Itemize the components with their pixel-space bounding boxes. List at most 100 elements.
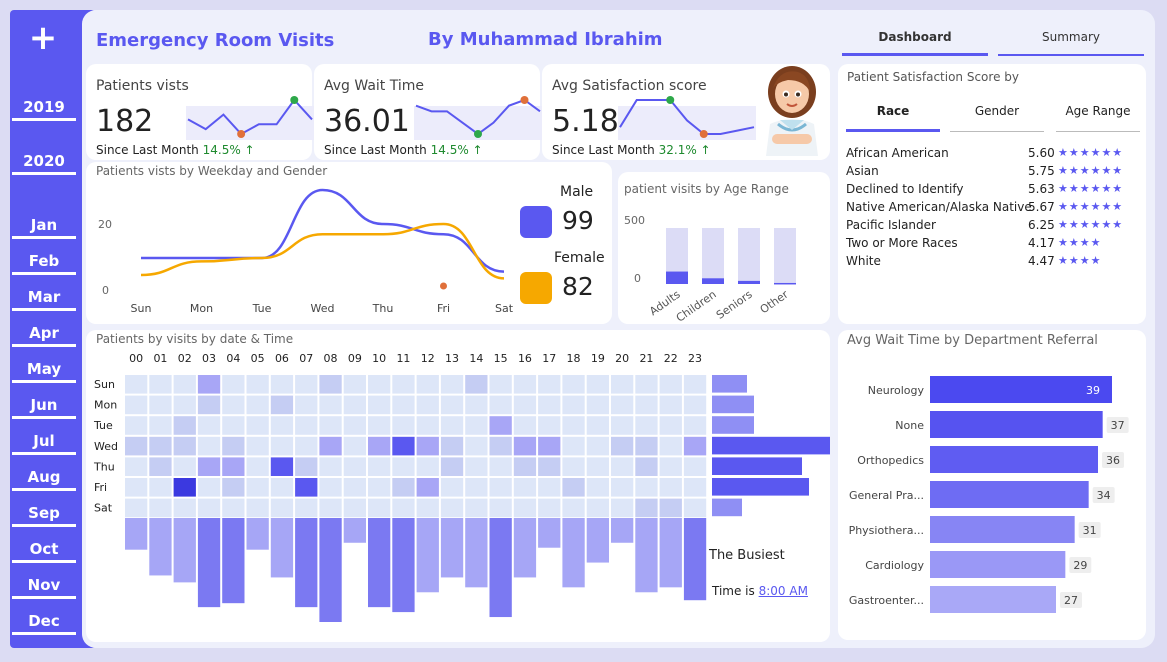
heatmap-cell[interactable] bbox=[295, 498, 318, 518]
heatmap-cell[interactable] bbox=[173, 457, 196, 476]
heatmap-cell[interactable] bbox=[270, 395, 294, 415]
heatmap-cell[interactable] bbox=[319, 498, 342, 518]
heatmap-cell[interactable] bbox=[173, 416, 196, 435]
heatmap-cell[interactable] bbox=[586, 498, 609, 518]
heatmap-cell[interactable] bbox=[562, 375, 585, 394]
row-total-bar[interactable] bbox=[712, 436, 830, 455]
col-total-bar[interactable] bbox=[125, 518, 148, 550]
heatmap-cell[interactable] bbox=[659, 416, 682, 435]
heatmap-cell[interactable] bbox=[222, 375, 245, 394]
bar-other[interactable] bbox=[774, 282, 796, 285]
month-feb-button[interactable]: Feb bbox=[12, 252, 76, 275]
heatmap-cell[interactable] bbox=[513, 395, 537, 415]
heatmap-cell[interactable] bbox=[149, 478, 172, 497]
heatmap-cell[interactable] bbox=[586, 457, 609, 476]
heatmap-cell[interactable] bbox=[465, 395, 488, 415]
heatmap-cell[interactable] bbox=[125, 375, 148, 394]
heatmap-cell[interactable] bbox=[368, 498, 391, 518]
heatmap-cell[interactable] bbox=[635, 457, 658, 476]
heatmap-cell[interactable] bbox=[246, 436, 269, 456]
heatmap-cell[interactable] bbox=[319, 375, 342, 394]
heatmap-cell[interactable] bbox=[416, 498, 439, 518]
heatmap-cell[interactable] bbox=[295, 375, 318, 394]
heatmap-cell[interactable] bbox=[562, 395, 585, 415]
col-total-bar[interactable] bbox=[683, 518, 707, 601]
heatmap-cell[interactable] bbox=[440, 395, 464, 415]
heatmap-cell[interactable] bbox=[489, 498, 512, 518]
col-total-bar[interactable] bbox=[368, 518, 391, 608]
col-total-bar[interactable] bbox=[538, 518, 561, 548]
heatmap-cell[interactable] bbox=[635, 436, 658, 456]
heatmap-cell[interactable] bbox=[222, 478, 245, 497]
heatmap-cell[interactable] bbox=[586, 478, 609, 497]
sat-tab-gender[interactable]: Gender bbox=[950, 104, 1044, 132]
heatmap-cell[interactable] bbox=[295, 436, 318, 456]
tab-summary[interactable]: Summary bbox=[998, 28, 1144, 56]
heatmap-cell[interactable] bbox=[149, 375, 172, 394]
heatmap-cell[interactable] bbox=[489, 416, 512, 435]
heatmap-cell[interactable] bbox=[222, 436, 245, 456]
col-total-bar[interactable] bbox=[440, 518, 464, 578]
wait-bar[interactable] bbox=[930, 516, 1075, 543]
heatmap-cell[interactable] bbox=[149, 498, 172, 518]
heatmap-cell[interactable] bbox=[538, 457, 561, 476]
heatmap-cell[interactable] bbox=[246, 457, 269, 476]
wait-bar[interactable] bbox=[930, 446, 1098, 473]
bar-adults[interactable] bbox=[666, 271, 688, 284]
heatmap-cell[interactable] bbox=[319, 436, 342, 456]
heatmap-cell[interactable] bbox=[125, 436, 148, 456]
col-total-bar[interactable] bbox=[295, 518, 318, 608]
sat-tab-age-range[interactable]: Age Range bbox=[1056, 104, 1140, 132]
heatmap-cell[interactable] bbox=[197, 498, 221, 518]
heatmap-cell[interactable] bbox=[319, 395, 342, 415]
heatmap-cell[interactable] bbox=[659, 457, 682, 476]
heatmap-cell[interactable] bbox=[149, 457, 172, 476]
heatmap-cell[interactable] bbox=[659, 375, 682, 394]
year-2019-button[interactable]: 2019 bbox=[12, 98, 76, 121]
heatmap-cell[interactable] bbox=[368, 375, 391, 394]
heatmap-cell[interactable] bbox=[125, 498, 148, 518]
heatmap-cell[interactable] bbox=[197, 416, 221, 435]
heatmap-cell[interactable] bbox=[270, 478, 294, 497]
heatmap-cell[interactable] bbox=[343, 375, 366, 394]
heatmap-cell[interactable] bbox=[246, 375, 269, 394]
row-total-bar[interactable] bbox=[712, 498, 742, 517]
heatmap-cell[interactable] bbox=[270, 375, 294, 394]
heatmap-cell[interactable] bbox=[246, 416, 269, 435]
heatmap-cell[interactable] bbox=[465, 457, 488, 476]
heatmap-cell[interactable] bbox=[586, 416, 609, 435]
heatmap-cell[interactable] bbox=[392, 416, 415, 435]
heatmap-cell[interactable] bbox=[562, 478, 585, 497]
heatmap-cell[interactable] bbox=[416, 416, 439, 435]
heatmap-cell[interactable] bbox=[440, 436, 464, 456]
heatmap-cell[interactable] bbox=[270, 457, 294, 476]
heatmap-cell[interactable] bbox=[440, 416, 464, 435]
col-total-bar[interactable] bbox=[149, 518, 172, 576]
row-total-bar[interactable] bbox=[712, 395, 754, 414]
col-total-bar[interactable] bbox=[173, 518, 196, 583]
col-total-bar[interactable] bbox=[465, 518, 488, 588]
heatmap-cell[interactable] bbox=[416, 436, 439, 456]
col-total-bar[interactable] bbox=[562, 518, 585, 588]
heatmap-cell[interactable] bbox=[440, 498, 464, 518]
heatmap-cell[interactable] bbox=[683, 457, 707, 476]
heatmap-cell[interactable] bbox=[392, 478, 415, 497]
heatmap-cell[interactable] bbox=[343, 436, 366, 456]
heatmap-cell[interactable] bbox=[222, 395, 245, 415]
wait-bar[interactable] bbox=[930, 551, 1066, 578]
heatmap-cell[interactable] bbox=[149, 416, 172, 435]
heatmap-cell[interactable] bbox=[197, 457, 221, 476]
heatmap-cell[interactable] bbox=[173, 498, 196, 518]
heatmap-cell[interactable] bbox=[538, 395, 561, 415]
heatmap-cell[interactable] bbox=[489, 436, 512, 456]
heatmap-cell[interactable] bbox=[246, 478, 269, 497]
month-mar-button[interactable]: Mar bbox=[12, 288, 76, 311]
heatmap-cell[interactable] bbox=[319, 416, 342, 435]
heatmap-cell[interactable] bbox=[513, 436, 537, 456]
heatmap-cell[interactable] bbox=[125, 416, 148, 435]
heatmap-cell[interactable] bbox=[513, 416, 537, 435]
heatmap-cell[interactable] bbox=[513, 478, 537, 497]
wait-bar[interactable] bbox=[930, 586, 1056, 613]
col-total-bar[interactable] bbox=[197, 518, 221, 608]
year-2020-button[interactable]: 2020 bbox=[12, 152, 76, 175]
